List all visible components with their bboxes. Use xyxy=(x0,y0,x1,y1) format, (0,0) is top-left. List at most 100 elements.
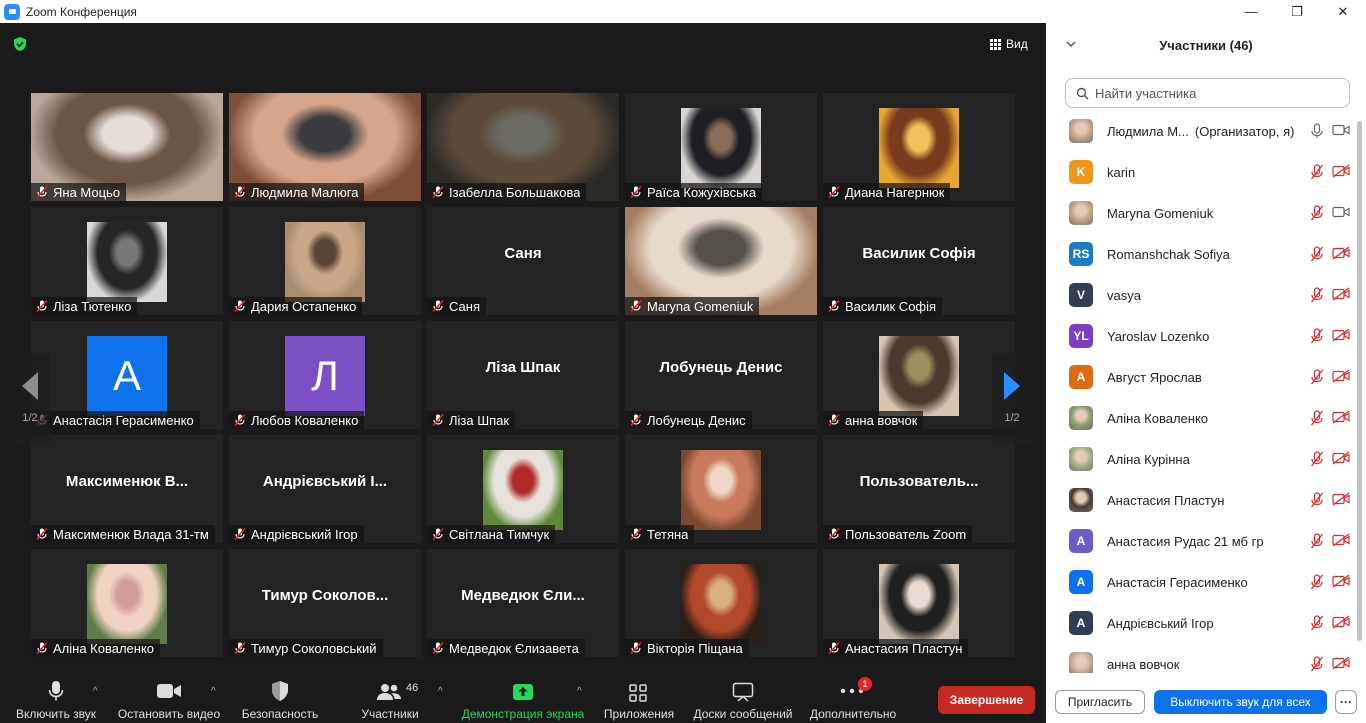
video-off-icon[interactable] xyxy=(1332,246,1350,260)
video-tile[interactable]: Раїса Кожухівська xyxy=(625,93,817,201)
encryption-shield-icon[interactable] xyxy=(12,36,28,52)
participant-row[interactable]: A Андрієвський Ігор xyxy=(1046,605,1356,646)
video-tile[interactable]: A Анастасія Герасименко xyxy=(31,321,223,429)
participant-row[interactable]: YL Yaroslav Lozenko xyxy=(1046,318,1356,359)
microphone-icon[interactable] xyxy=(1310,123,1324,139)
more-button[interactable]: 1 Дополнительно xyxy=(806,670,900,723)
video-off-icon[interactable] xyxy=(1332,410,1350,424)
participant-row[interactable]: А Август Ярослав xyxy=(1046,359,1356,400)
participant-row[interactable]: Vvasya xyxy=(1046,277,1356,318)
whiteboards-button[interactable]: Доски сообщений xyxy=(690,670,796,723)
unmute-button[interactable]: Включить звук xyxy=(10,670,102,723)
share-screen-button[interactable]: Демонстрация экрана xyxy=(460,670,586,723)
video-tile[interactable]: Диана Нагернюк xyxy=(823,93,1015,201)
view-button[interactable]: Вид xyxy=(990,34,1028,54)
invite-button[interactable]: Пригласить xyxy=(1055,690,1145,714)
participant-row[interactable]: анна вовчок xyxy=(1046,646,1356,673)
search-input[interactable] xyxy=(1095,85,1335,101)
participant-letter-avatar: YL xyxy=(1069,324,1093,348)
video-tile[interactable]: анна вовчок xyxy=(823,321,1015,429)
participant-name-label: Яна Моцьо xyxy=(31,183,127,201)
mute-all-button[interactable]: Выключить звук для всех xyxy=(1154,690,1327,714)
stop-video-button[interactable]: Остановить видео xyxy=(116,670,222,723)
muted-mic-icon[interactable] xyxy=(1310,205,1324,221)
video-off-icon[interactable] xyxy=(1332,164,1350,178)
participant-name-label: Ізабелла Большакова xyxy=(427,183,587,201)
video-tile[interactable]: Maryna Gomeniuk xyxy=(625,207,817,315)
video-tile[interactable]: Анастасия Пластун xyxy=(823,549,1015,657)
video-off-icon[interactable] xyxy=(1332,369,1350,383)
video-tile[interactable]: Ліза Тютенко xyxy=(31,207,223,315)
participants-scrollbar[interactable] xyxy=(1356,113,1362,668)
video-off-icon[interactable] xyxy=(1332,287,1350,301)
muted-mic-icon[interactable] xyxy=(1310,328,1324,344)
end-meeting-button[interactable]: Завершение xyxy=(938,686,1035,714)
apps-button[interactable]: Приложения xyxy=(600,670,678,723)
muted-mic-icon[interactable] xyxy=(1310,492,1324,508)
video-tile[interactable]: Саня Саня xyxy=(427,207,619,315)
share-options-caret-icon[interactable]: ^ xyxy=(577,686,582,697)
muted-mic-icon[interactable] xyxy=(1310,410,1324,426)
video-tile[interactable]: Дария Остапенко xyxy=(229,207,421,315)
muted-mic-icon[interactable] xyxy=(1310,574,1324,590)
participant-search[interactable] xyxy=(1065,78,1350,108)
muted-mic-icon[interactable] xyxy=(1310,656,1324,672)
video-tile[interactable]: Аліна Коваленко xyxy=(31,549,223,657)
muted-mic-icon[interactable] xyxy=(1310,451,1324,467)
participant-row[interactable]: A Анастасия Рудас 21 мб гр xyxy=(1046,523,1356,564)
muted-mic-icon[interactable] xyxy=(1310,287,1324,303)
video-tile[interactable]: Ізабелла Большакова xyxy=(427,93,619,201)
participant-name-label: Василик Софія xyxy=(823,297,943,315)
restore-button[interactable]: ❐ xyxy=(1274,0,1320,23)
participant-row[interactable]: A Анастасія Герасименко xyxy=(1046,564,1356,605)
close-button[interactable]: ✕ xyxy=(1320,0,1366,23)
video-off-icon[interactable] xyxy=(1332,451,1350,465)
participant-row[interactable]: Аліна Курінна xyxy=(1046,441,1356,482)
participant-row[interactable]: Людмила М... (Организатор, я) xyxy=(1046,113,1356,154)
video-camera-icon[interactable] xyxy=(1332,123,1350,137)
next-page-button[interactable]: 1/2 xyxy=(992,353,1032,443)
video-off-icon[interactable] xyxy=(1332,574,1350,588)
video-options-caret-icon[interactable]: ^ xyxy=(211,686,216,697)
video-tile[interactable]: Максименюк В... Максименюк Влада 31-тм xyxy=(31,435,223,543)
video-off-icon[interactable] xyxy=(1332,656,1350,670)
muted-mic-icon[interactable] xyxy=(1310,369,1324,385)
video-tile[interactable]: Лобунець Денис Лобунець Денис xyxy=(625,321,817,429)
video-off-icon[interactable] xyxy=(1332,615,1350,629)
security-button[interactable]: Безопасность xyxy=(236,670,324,723)
muted-mic-icon[interactable] xyxy=(1310,246,1324,262)
participant-name-label: Maryna Gomeniuk xyxy=(625,297,760,315)
video-tile[interactable]: Л Любов Коваленко xyxy=(229,321,421,429)
previous-page-button[interactable]: 1/2 xyxy=(10,353,50,443)
video-off-icon[interactable] xyxy=(1332,328,1350,342)
muted-mic-icon[interactable] xyxy=(1310,164,1324,180)
muted-mic-icon[interactable] xyxy=(1310,615,1324,631)
audio-options-caret-icon[interactable]: ^ xyxy=(93,686,98,697)
muted-mic-icon xyxy=(630,185,642,199)
video-tile[interactable]: Вікторія Піщана xyxy=(625,549,817,657)
participant-row[interactable]: Maryna Gomeniuk xyxy=(1046,195,1356,236)
video-tile[interactable]: Андрієвський І... Андрієвський Ігор xyxy=(229,435,421,543)
muted-mic-icon[interactable] xyxy=(1310,533,1324,549)
video-off-icon[interactable] xyxy=(1332,492,1350,506)
participant-row[interactable]: Аліна Коваленко xyxy=(1046,400,1356,441)
participants-button[interactable]: 46 Участники xyxy=(350,670,430,723)
video-tile[interactable]: Яна Моцьо xyxy=(31,93,223,201)
participant-row[interactable]: Анастасия Пластун xyxy=(1046,482,1356,523)
participant-row[interactable]: Kkarin xyxy=(1046,154,1356,195)
video-camera-icon[interactable] xyxy=(1332,205,1350,219)
video-tile[interactable]: Світлана Тимчук xyxy=(427,435,619,543)
participants-options-caret-icon[interactable]: ^ xyxy=(438,686,443,697)
participant-row[interactable]: RS Romanshchak Sofiya xyxy=(1046,236,1356,277)
minimize-button[interactable]: — xyxy=(1228,0,1274,23)
panel-more-button[interactable]: ··· xyxy=(1335,690,1357,714)
video-tile[interactable]: Тетяна xyxy=(625,435,817,543)
participant-name-label: Тетяна xyxy=(625,525,695,543)
video-tile[interactable]: Василик Софія Василик Софія xyxy=(823,207,1015,315)
video-tile[interactable]: Пользователь... Пользователь Zoom xyxy=(823,435,1015,543)
video-off-icon[interactable] xyxy=(1332,533,1350,547)
video-tile[interactable]: Ліза Шпак Ліза Шпак xyxy=(427,321,619,429)
video-tile[interactable]: Людмила Малюга xyxy=(229,93,421,201)
video-tile[interactable]: Тимур Соколов... Тимур Соколовський xyxy=(229,549,421,657)
video-tile[interactable]: Медведюк Єли... Медведюк Єлизавета xyxy=(427,549,619,657)
